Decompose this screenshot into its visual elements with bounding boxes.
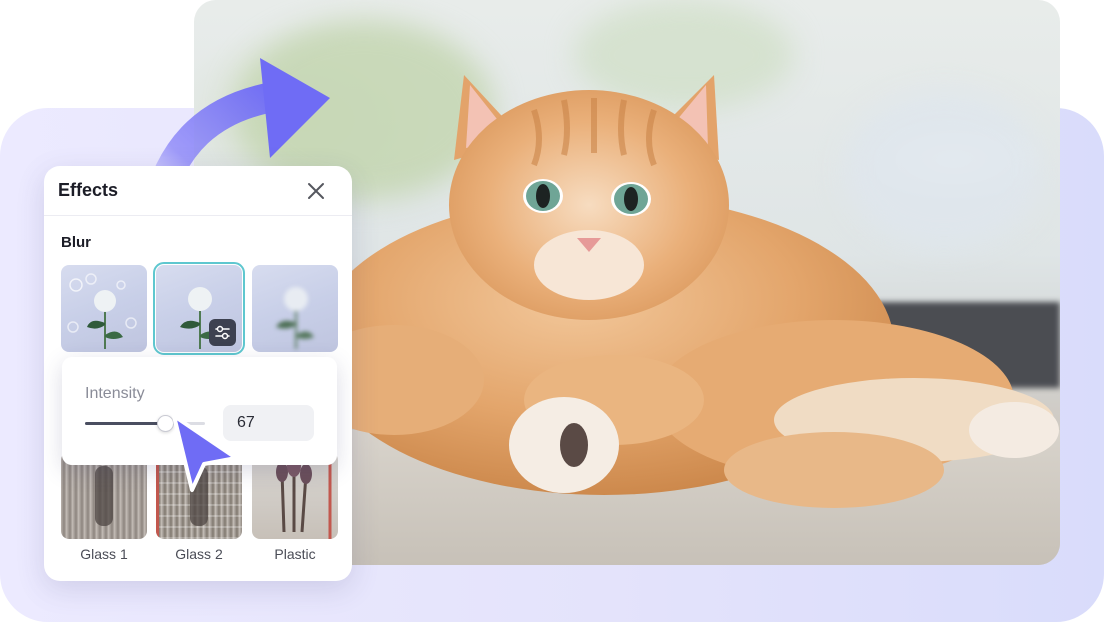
tulip-icon (276, 452, 332, 539)
blur-option-3[interactable] (252, 265, 338, 352)
intensity-label: Intensity (85, 385, 145, 402)
sliders-icon (215, 325, 230, 340)
panel-header: Effects (44, 166, 352, 216)
glass-1-option[interactable] (61, 452, 147, 539)
blur-option-1[interactable] (61, 265, 147, 352)
adjust-settings-button[interactable] (209, 319, 236, 346)
close-icon (308, 183, 324, 199)
panel-title: Effects (58, 180, 119, 200)
plastic-option[interactable] (252, 452, 338, 539)
close-button[interactable] (304, 179, 328, 203)
plastic-label: Plastic (274, 546, 316, 562)
glass-1-label: Glass 1 (80, 546, 128, 562)
blur-option-2[interactable] (153, 262, 245, 355)
slider-fill (85, 422, 166, 425)
blur-section-label: Blur (61, 234, 91, 251)
glass-2-label: Glass 2 (175, 546, 223, 562)
rose-icon (276, 287, 314, 349)
cursor-pointer-icon (172, 414, 238, 492)
rose-icon (67, 273, 137, 349)
